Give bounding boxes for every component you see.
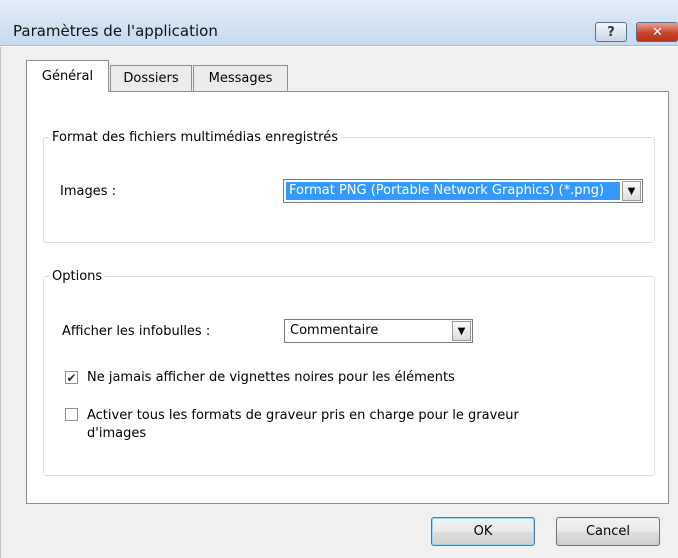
tab-general[interactable]: Général [26,60,109,92]
dialog-body: Général Dossiers Messages Format des fic… [0,47,678,558]
close-icon: ✕ [652,24,663,40]
window-title: Paramètres de l'application [13,22,218,40]
cancel-button[interactable]: Cancel [556,517,660,546]
no-black-thumbnails-label[interactable]: Ne jamais afficher de vignettes noires p… [87,370,455,385]
help-icon: ? [607,24,615,40]
tooltips-value: Commentaire [290,323,379,338]
ok-button[interactable]: OK [431,517,535,546]
media-format-group-title: Format des fichiers multimédias enregist… [52,130,339,145]
help-button[interactable]: ? [595,22,627,42]
title-bar: Paramètres de l'application ? ✕ [0,0,678,46]
tab-panel-general: Format des fichiers multimédias enregist… [26,91,669,504]
checkmark-icon: ✔ [66,370,77,385]
no-black-thumbnails-checkbox[interactable]: ✔ [65,371,78,384]
options-group-title: Options [52,269,103,284]
images-label: Images : [60,184,116,199]
tooltips-select[interactable]: Commentaire ▼ [284,319,473,343]
tab-dossiers[interactable]: Dossiers [110,65,192,91]
chevron-down-icon[interactable]: ▼ [452,321,471,341]
chevron-down-icon[interactable]: ▼ [622,181,641,201]
images-format-value: Format PNG (Portable Network Graphics) (… [286,182,620,200]
enable-burner-formats-label-line2[interactable]: d'images [87,426,146,441]
images-format-select[interactable]: Format PNG (Portable Network Graphics) (… [283,179,643,203]
tab-messages[interactable]: Messages [193,65,288,91]
enable-burner-formats-checkbox[interactable] [65,408,78,421]
tooltips-label: Afficher les infobulles : [62,324,211,339]
enable-burner-formats-label-line1[interactable]: Activer tous les formats de graveur pris… [87,408,519,423]
close-button[interactable]: ✕ [636,22,678,42]
